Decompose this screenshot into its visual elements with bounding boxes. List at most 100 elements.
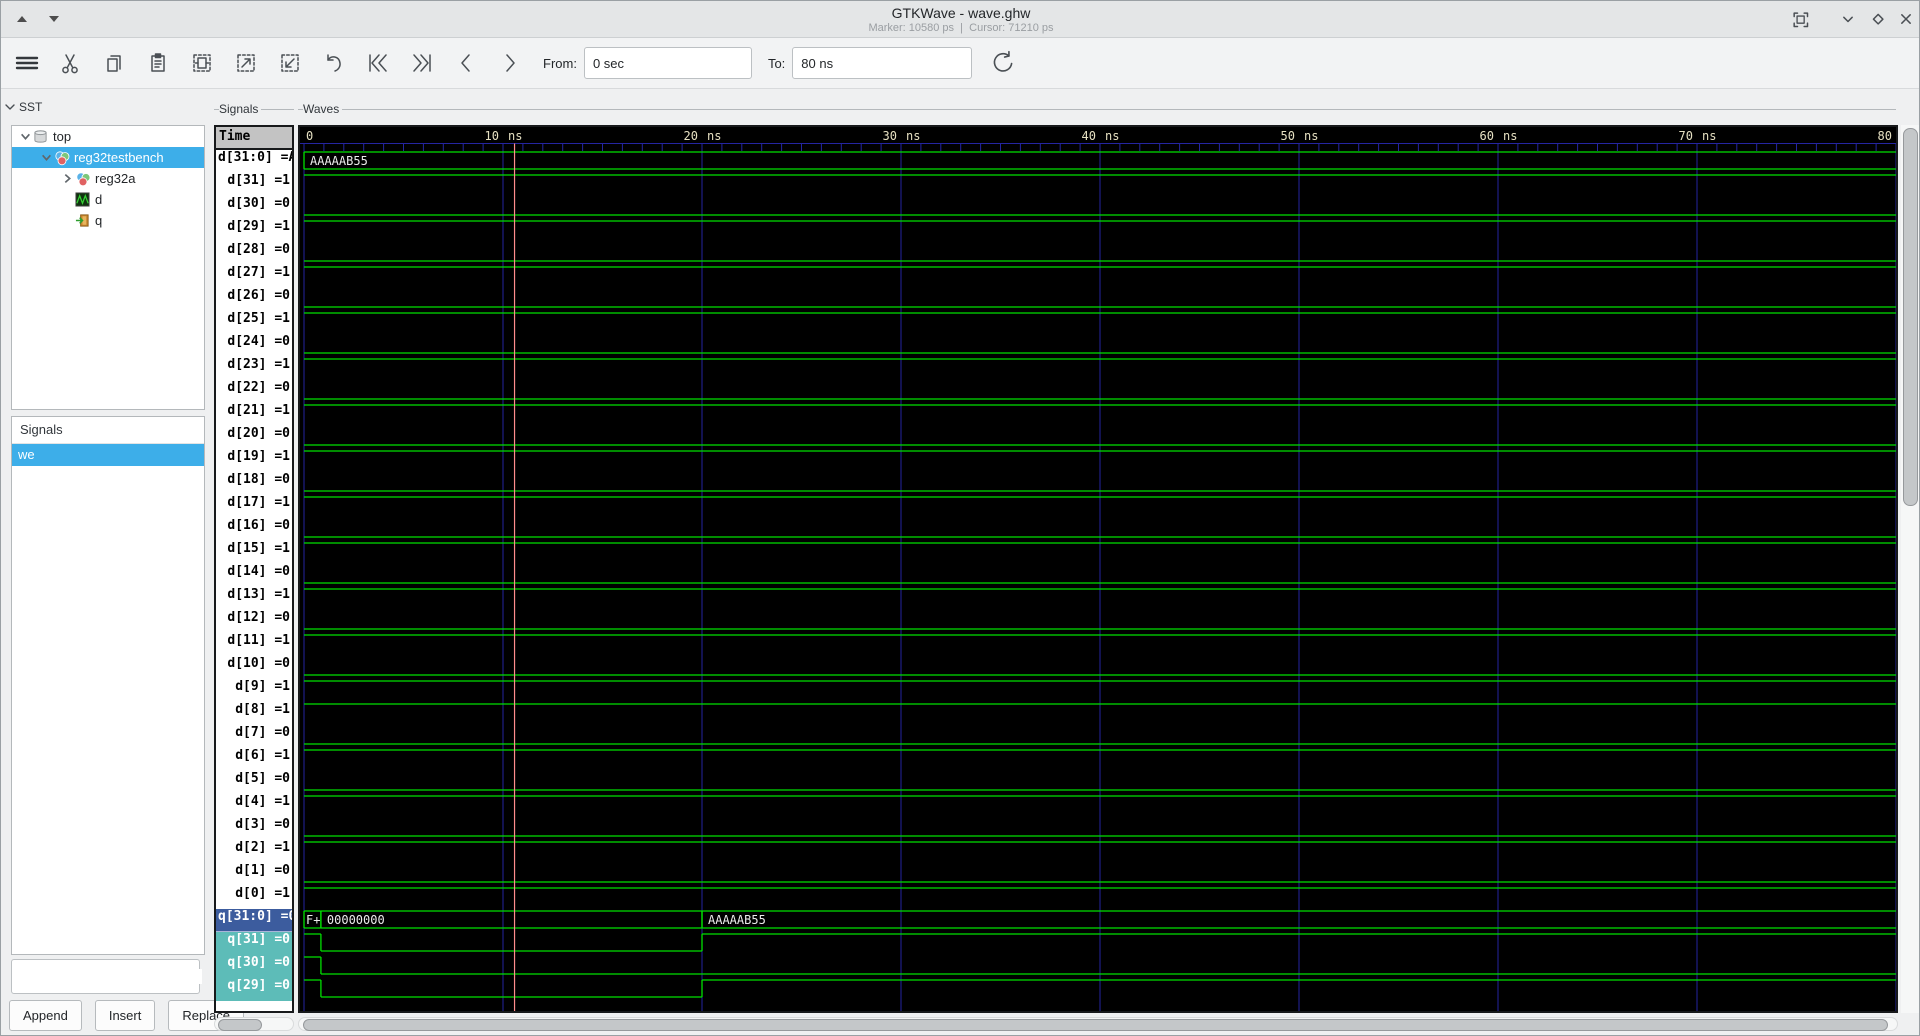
signal-name-row[interactable]: q[29] =0 [216,978,292,1001]
signal-name-row[interactable]: d[30] =0 [216,196,292,219]
signal-name-row[interactable]: d[16] =0 [216,518,292,541]
svg-text:10: 10 [485,129,499,143]
zoom-out-icon[interactable] [273,46,307,80]
tree-item-reg32testbench[interactable]: reg32testbench [12,147,204,168]
copy-icon[interactable] [97,46,131,80]
signal-name-row[interactable]: d[28] =0 [216,242,292,265]
signal-search-box[interactable] [11,959,202,994]
bus-value-label: AAAAAB55 [310,154,368,168]
signal-name-row[interactable]: d[27] =1 [216,265,292,288]
svg-text:70: 70 [1679,129,1693,143]
skip-to-start-icon[interactable] [361,46,395,80]
tree-expander-open-icon[interactable] [39,152,54,163]
tree-expander-closed-icon[interactable] [60,173,75,184]
insert-button[interactable]: Insert [94,1000,156,1031]
waves-vscrollbar[interactable] [1901,125,1919,1013]
menu-icon[interactable] [9,46,43,80]
signal-name-row[interactable]: d[10] =0 [216,656,292,679]
tree-item-top[interactable]: top [12,126,204,147]
svg-text:20: 20 [684,129,698,143]
reload-icon[interactable] [986,46,1020,80]
to-label: To: [767,55,786,71]
sst-tree: top reg32testbench reg32a d q [11,125,205,410]
signal-name-row[interactable]: d[9] =1 [216,679,292,702]
signal-name-row[interactable]: d[22] =0 [216,380,292,403]
zoom-fit-icon[interactable] [185,46,219,80]
signal-name-row[interactable]: d[14] =0 [216,564,292,587]
signal-name-row[interactable]: d[5] =0 [216,771,292,794]
signal-name-row[interactable]: d[17] =1 [216,495,292,518]
signal-name-row[interactable]: d[21] =1 [216,403,292,426]
zoom-in-icon[interactable] [229,46,263,80]
search-input[interactable] [18,969,202,984]
signal-name-row[interactable]: d[26] =0 [216,288,292,311]
signal-name-row[interactable]: d[0] =1 [216,886,292,909]
signals-list-panel: Signals we [11,416,205,955]
bus-value-label: 00000000 [327,913,385,927]
signal-name-row[interactable]: d[12] =0 [216,610,292,633]
cut-icon[interactable] [53,46,87,80]
svg-text:80: 80 [1878,129,1892,143]
append-button[interactable]: Append [9,1000,82,1031]
from-input[interactable] [583,47,752,79]
names-hscrollbar[interactable] [214,1017,294,1031]
cursor-status: Cursor: 71210 ps [969,22,1054,34]
svg-text:ns: ns [1503,129,1517,143]
svg-text:50: 50 [1281,129,1295,143]
bus-value-label: F+ [306,913,320,927]
tree-item-label: top [53,129,72,144]
signal-list-item-we[interactable]: we [12,444,204,466]
to-input[interactable] [792,47,973,79]
paste-icon[interactable] [141,46,175,80]
marker-status: Marker: 10580 ps [868,22,955,34]
waves-hscrollbar[interactable] [298,1017,1898,1031]
svg-text:40: 40 [1082,129,1096,143]
waveform-canvas[interactable]: 010ns20ns30ns40ns50ns60ns70ns80nsAAAAAB5… [298,125,1898,1013]
close-icon[interactable] [1893,6,1919,32]
tree-item-label: d [95,192,103,207]
tree-item-label: reg32a [95,171,136,186]
signal-name-row[interactable]: d[24] =0 [216,334,292,357]
skip-to-end-icon[interactable] [405,46,439,80]
signal-name-row[interactable]: d[31] =1 [216,173,292,196]
tree-item-reg32a[interactable]: reg32a [12,168,204,189]
svg-text:30: 30 [883,129,897,143]
svg-text:ns: ns [707,129,721,143]
signal-name-row[interactable]: q[31] =0 [216,932,292,955]
signal-name-row[interactable]: d[29] =1 [216,219,292,242]
signal-name-row[interactable]: q[31:0] =0 [216,909,292,932]
signal-name-row[interactable]: d[3] =0 [216,817,292,840]
signal-name-row[interactable]: d[18] =0 [216,472,292,495]
keep-above-icon[interactable] [1787,6,1813,32]
signal-name-row[interactable]: d[15] =1 [216,541,292,564]
signal-name-row[interactable]: d[25] =1 [216,311,292,334]
signal-name-row[interactable]: d[20] =0 [216,426,292,449]
module-icon [33,129,50,145]
signal-name-row[interactable]: d[23] =1 [216,357,292,380]
sst-section-header[interactable]: SST [5,100,42,114]
signal-name-row[interactable]: d[2] =1 [216,840,292,863]
undo-icon[interactable] [317,46,351,80]
step-back-icon[interactable] [449,46,483,80]
minimize-icon[interactable] [1835,6,1861,32]
signal-name-row[interactable]: d[11] =1 [216,633,292,656]
time-header[interactable]: Time [216,127,292,150]
tree-item-d[interactable]: d [12,189,204,210]
marker-cursor-status: Marker: 10580 ps | Cursor: 71210 ps [868,22,1054,34]
svg-text:ns: ns [1304,129,1318,143]
signal-name-row[interactable]: d[13] =1 [216,587,292,610]
signal-name-row[interactable]: q[30] =0 [216,955,292,978]
tree-item-q[interactable]: q [12,210,204,231]
maximize-icon[interactable] [1865,6,1891,32]
signal-name-row[interactable]: d[7] =0 [216,725,292,748]
signal-name-row[interactable]: d[31:0] =A [216,150,292,173]
signal-name-row[interactable]: d[19] =1 [216,449,292,472]
step-forward-icon[interactable] [493,46,527,80]
signal-name-row[interactable]: d[4] =1 [216,794,292,817]
toolbar: From: To: [1,38,1919,89]
signal-name-row[interactable]: d[8] =1 [216,702,292,725]
titlebar: GTKWave - wave.ghw Marker: 10580 ps | Cu… [1,1,1919,38]
tree-expander-open-icon[interactable] [18,131,33,142]
signal-name-row[interactable]: d[1] =0 [216,863,292,886]
signal-name-row[interactable]: d[6] =1 [216,748,292,771]
